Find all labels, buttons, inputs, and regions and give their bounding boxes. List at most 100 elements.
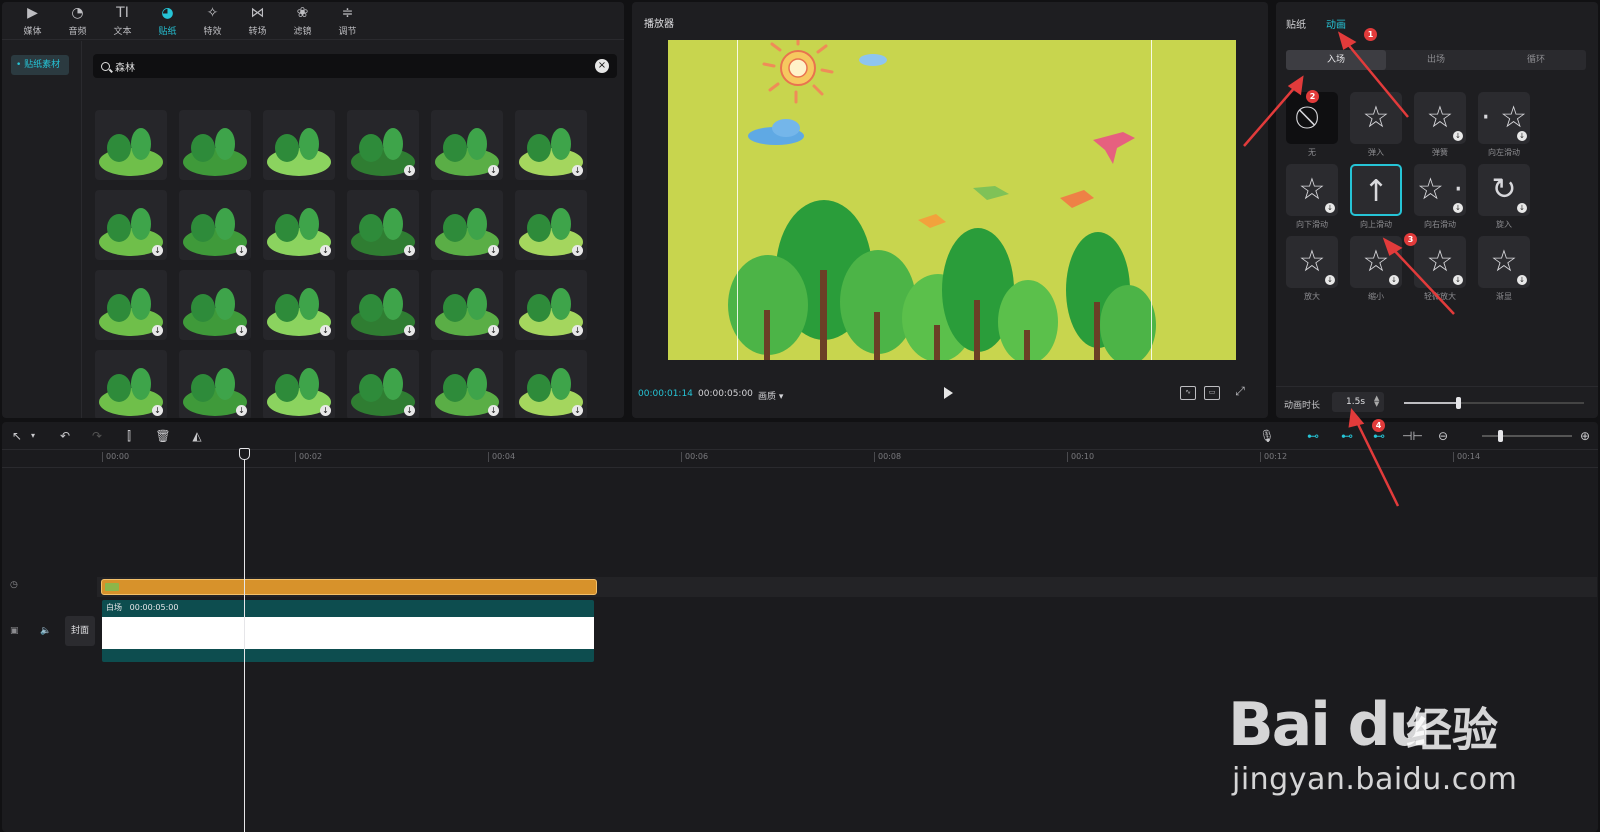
download-icon[interactable]: ↓ bbox=[1389, 275, 1399, 285]
fullscreen-icon[interactable]: ⤢ bbox=[1232, 385, 1248, 400]
sticker-thumbnail[interactable]: ↓ bbox=[347, 270, 419, 340]
sidebar-item-sticker-material[interactable]: • 贴纸素材 bbox=[11, 55, 69, 75]
tab-effects[interactable]: ✧ 特效 bbox=[190, 2, 235, 40]
animation-preset[interactable]: ↑ bbox=[1350, 164, 1402, 216]
sticker-thumbnail[interactable]: ↓ bbox=[263, 270, 335, 340]
preview-canvas[interactable] bbox=[668, 40, 1236, 360]
zoom-slider-knob[interactable] bbox=[1498, 430, 1503, 442]
duration-stepper-icon[interactable]: ▲ ▼ bbox=[1374, 395, 1379, 408]
download-icon[interactable]: ↓ bbox=[152, 405, 163, 416]
sticker-thumbnail[interactable]: ↓ bbox=[347, 350, 419, 418]
download-icon[interactable]: ↓ bbox=[572, 165, 583, 176]
download-icon[interactable]: ↓ bbox=[404, 245, 415, 256]
tab-animation[interactable]: 动画 bbox=[1326, 16, 1346, 31]
tab-media[interactable]: ▶ 媒体 bbox=[10, 2, 55, 40]
download-icon[interactable]: ↓ bbox=[320, 325, 331, 336]
search-input[interactable]: 森林 × bbox=[93, 54, 617, 78]
sticker-thumbnail[interactable]: ↓ bbox=[179, 350, 251, 418]
animation-preset[interactable]: ☆ · ↓ bbox=[1414, 164, 1466, 216]
link-main-track-icon[interactable]: ⊷ bbox=[1304, 427, 1322, 445]
chevron-down-icon[interactable]: ▾ bbox=[24, 427, 42, 445]
download-icon[interactable]: ↓ bbox=[1517, 203, 1527, 213]
download-icon[interactable]: ↓ bbox=[488, 245, 499, 256]
clear-search-button[interactable]: × bbox=[595, 59, 609, 73]
sticker-thumbnail[interactable] bbox=[95, 110, 167, 180]
sticker-thumbnail[interactable]: ↓ bbox=[515, 270, 587, 340]
sticker-thumbnail[interactable]: ↓ bbox=[95, 350, 167, 418]
download-icon[interactable]: ↓ bbox=[404, 165, 415, 176]
sticker-thumbnail[interactable]: ↓ bbox=[431, 350, 503, 418]
timeline-zoom-slider[interactable] bbox=[1482, 430, 1572, 442]
sticker-thumbnail[interactable] bbox=[179, 110, 251, 180]
mirror-icon[interactable]: ◭ bbox=[188, 427, 206, 445]
download-icon[interactable]: ↓ bbox=[404, 405, 415, 416]
animation-preset[interactable]: ☆ bbox=[1350, 92, 1402, 144]
download-icon[interactable]: ↓ bbox=[1453, 203, 1463, 213]
duration-slider[interactable] bbox=[1404, 397, 1584, 409]
playhead-handle[interactable] bbox=[239, 448, 250, 460]
tab-transition[interactable]: ⋈ 转场 bbox=[235, 2, 280, 40]
download-icon[interactable]: ↓ bbox=[404, 325, 415, 336]
animation-preset[interactable]: ☆ ↓ bbox=[1414, 236, 1466, 288]
segment-loop[interactable]: 循环 bbox=[1486, 50, 1586, 70]
sticker-thumbnail[interactable]: ↓ bbox=[263, 190, 335, 260]
sticker-thumbnail[interactable]: ↓ bbox=[179, 190, 251, 260]
quality-dropdown[interactable]: 画质 ▾ bbox=[758, 389, 783, 402]
undo-icon[interactable]: ↶ bbox=[56, 427, 74, 445]
sticker-thumbnail[interactable]: ↓ bbox=[263, 350, 335, 418]
cover-button[interactable]: 封面 bbox=[65, 616, 95, 646]
download-icon[interactable]: ↓ bbox=[1325, 275, 1335, 285]
download-icon[interactable]: ↓ bbox=[1453, 131, 1463, 141]
animation-preset[interactable]: ☆ ↓ bbox=[1350, 236, 1402, 288]
mute-icon[interactable]: 🔈 bbox=[40, 626, 51, 636]
split-icon[interactable]: ⫿ bbox=[120, 427, 138, 445]
duration-slider-knob[interactable] bbox=[1456, 397, 1461, 409]
download-icon[interactable]: ↓ bbox=[236, 405, 247, 416]
animation-preset[interactable]: ↻ ↓ bbox=[1478, 164, 1530, 216]
waveform-icon[interactable]: ∿ bbox=[1180, 386, 1196, 400]
segment-intro[interactable]: 入场 bbox=[1286, 50, 1386, 70]
download-icon[interactable]: ↓ bbox=[236, 325, 247, 336]
sticker-thumbnail[interactable]: ↓ bbox=[347, 110, 419, 180]
tab-sticker[interactable]: 贴纸 bbox=[1286, 16, 1306, 31]
tab-text[interactable]: TI 文本 bbox=[100, 2, 145, 40]
auto-snap-icon[interactable]: ⊷ bbox=[1338, 427, 1356, 445]
download-icon[interactable]: ↓ bbox=[1453, 275, 1463, 285]
animation-preset[interactable]: ☆ ↓ bbox=[1414, 92, 1466, 144]
animation-preset[interactable]: ☆ ↓ bbox=[1286, 236, 1338, 288]
download-icon[interactable]: ↓ bbox=[572, 245, 583, 256]
sticker-thumbnail[interactable] bbox=[263, 110, 335, 180]
download-icon[interactable]: ↓ bbox=[152, 325, 163, 336]
download-icon[interactable]: ↓ bbox=[572, 325, 583, 336]
zoom-in-icon[interactable]: ⊕ bbox=[1576, 427, 1594, 445]
download-icon[interactable]: ↓ bbox=[488, 405, 499, 416]
microphone-icon[interactable]: 🎙 bbox=[1258, 427, 1276, 445]
delete-icon[interactable]: 🗑 bbox=[154, 427, 172, 445]
animation-preset[interactable]: ☆ ↓ bbox=[1286, 164, 1338, 216]
download-icon[interactable]: ↓ bbox=[488, 325, 499, 336]
download-icon[interactable]: ↓ bbox=[320, 405, 331, 416]
sticker-thumbnail[interactable]: ↓ bbox=[431, 110, 503, 180]
sticker-thumbnail[interactable]: ↓ bbox=[431, 190, 503, 260]
animation-preset[interactable]: · ☆ ↓ bbox=[1478, 92, 1530, 144]
download-icon[interactable]: ↓ bbox=[1517, 275, 1527, 285]
tab-audio[interactable]: ◔ 音频 bbox=[55, 2, 100, 40]
redo-icon[interactable]: ↷ bbox=[88, 427, 106, 445]
download-icon[interactable]: ↓ bbox=[320, 245, 331, 256]
tab-sticker[interactable]: ◕ 贴纸 bbox=[145, 2, 190, 40]
sticker-thumbnail[interactable]: ↓ bbox=[347, 190, 419, 260]
animation-preset[interactable]: ☆ ↓ bbox=[1478, 236, 1530, 288]
sticker-thumbnail[interactable]: ↓ bbox=[515, 190, 587, 260]
sticker-thumbnail[interactable]: ↓ bbox=[179, 270, 251, 340]
preview-axis-icon[interactable]: ⊣⊢ bbox=[1402, 427, 1423, 445]
download-icon[interactable]: ↓ bbox=[152, 245, 163, 256]
zoom-out-icon[interactable]: ⊖ bbox=[1434, 427, 1452, 445]
sticker-thumbnail[interactable]: ↓ bbox=[95, 270, 167, 340]
download-icon[interactable]: ↓ bbox=[1517, 131, 1527, 141]
play-button[interactable] bbox=[944, 387, 953, 399]
sticker-thumbnail[interactable]: ↓ bbox=[515, 110, 587, 180]
download-icon[interactable]: ↓ bbox=[1325, 203, 1335, 213]
download-icon[interactable]: ↓ bbox=[572, 405, 583, 416]
ratio-icon[interactable]: ▭ bbox=[1204, 386, 1220, 400]
tab-adjust[interactable]: ≑ 调节 bbox=[325, 2, 370, 40]
